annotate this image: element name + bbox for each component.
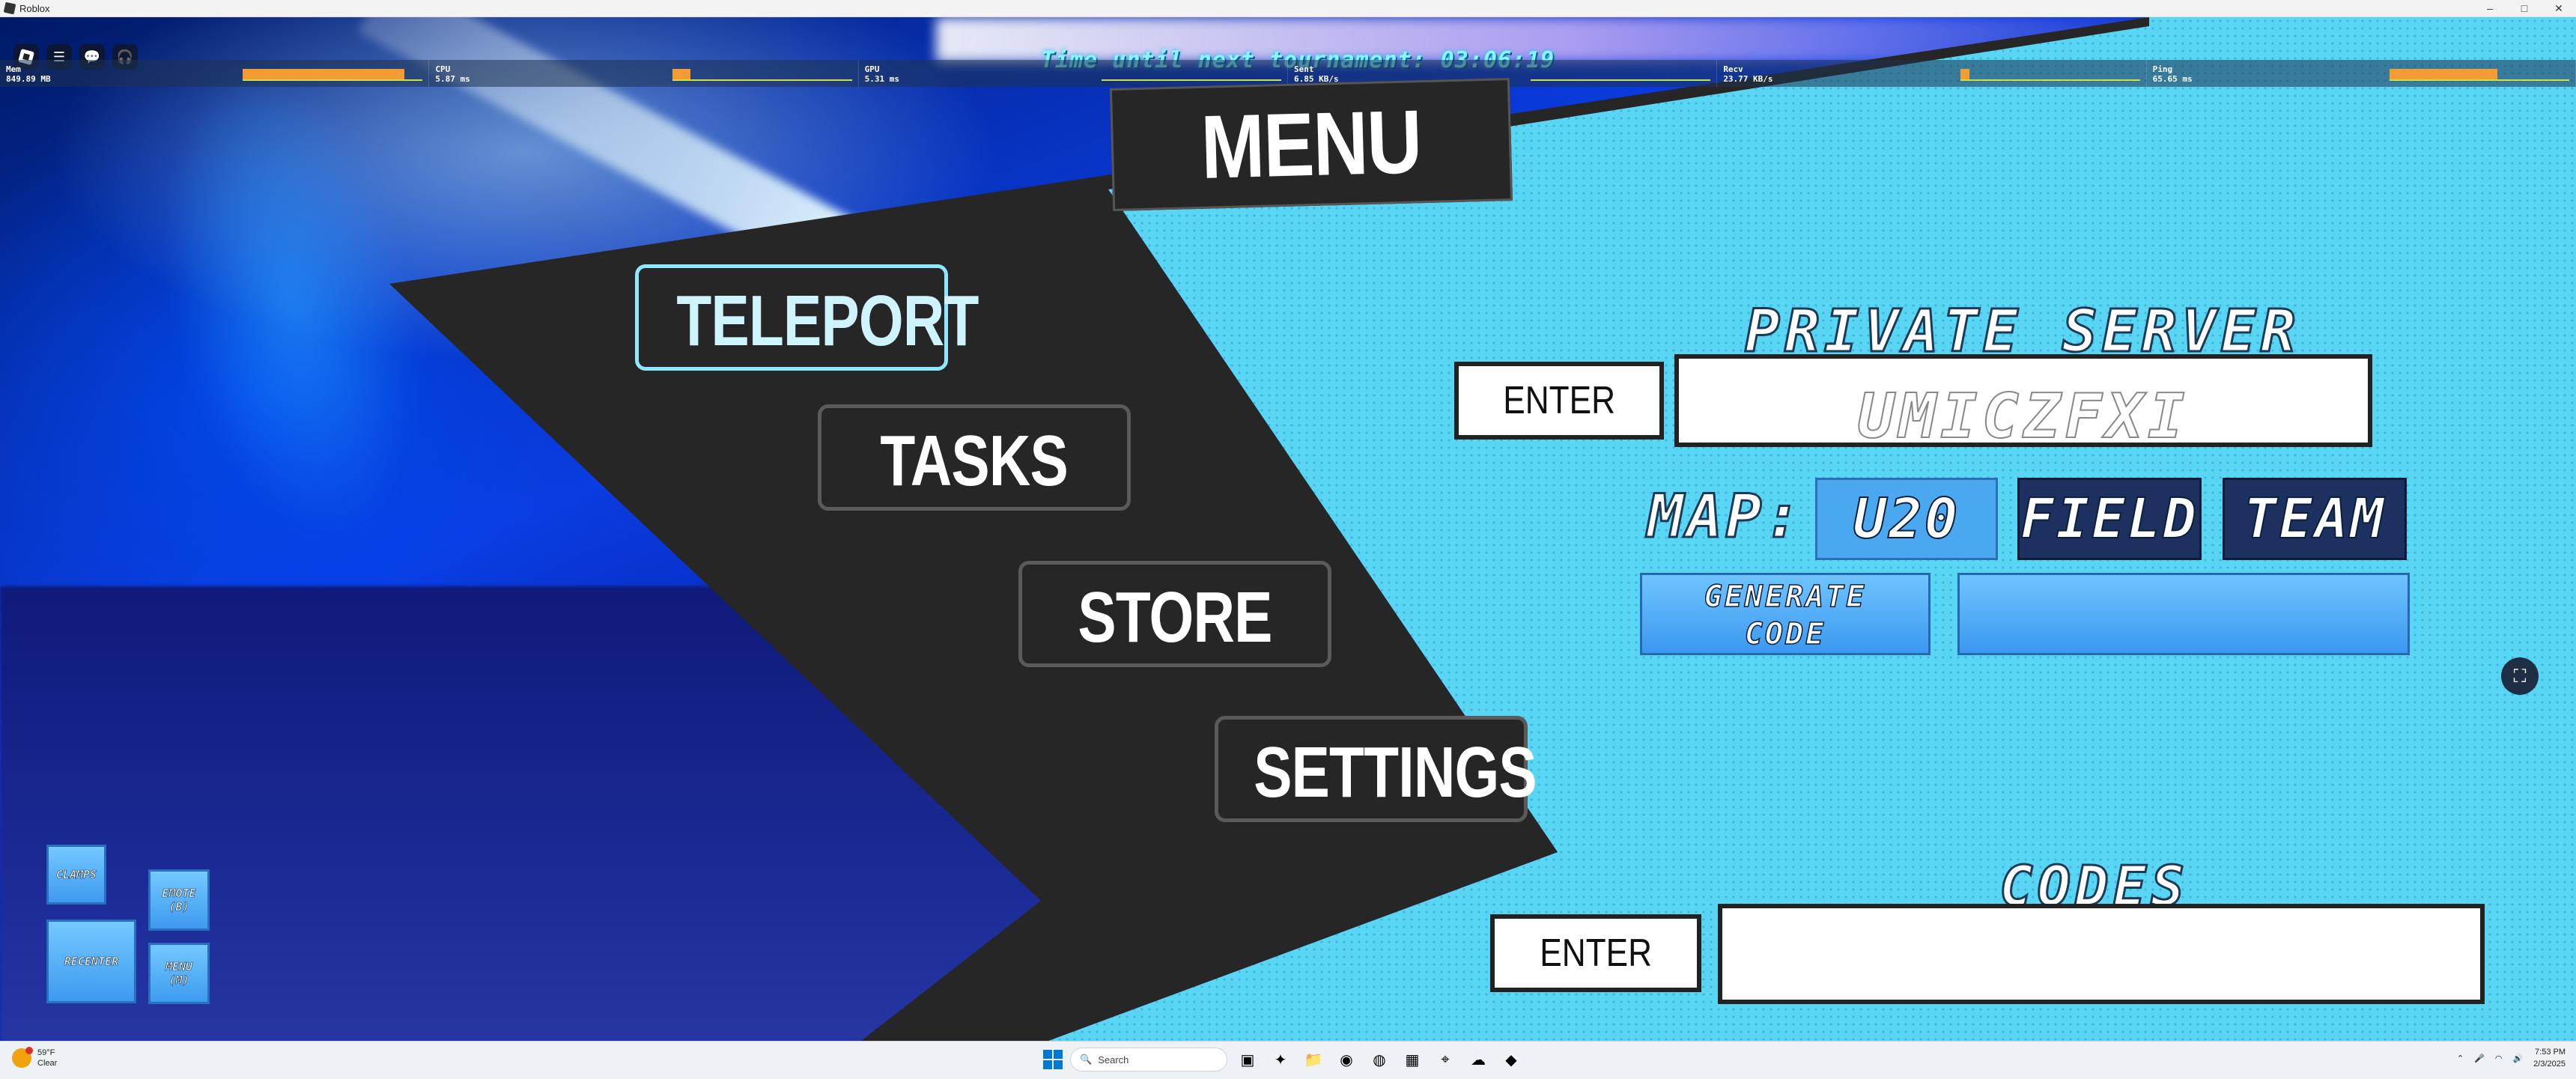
stat-label: Sent <box>1293 64 1314 74</box>
stat-graph <box>1960 69 2140 81</box>
stat-gpu: GPU 5.31 ms <box>859 60 1288 87</box>
app-icon[interactable]: ▦ <box>1400 1047 1425 1072</box>
edge-icon[interactable]: ◉ <box>1334 1047 1359 1072</box>
menu-shortcut-button[interactable]: MENU (M) <box>148 943 210 1004</box>
clock-time: 7:53 PM <box>2535 1048 2566 1057</box>
stat-value: 5.87 ms <box>435 74 470 84</box>
system-tray: ⌃ 🎤 ◠ 🔊 7:53 PM 2/3/2025 <box>2457 1046 2566 1070</box>
discord-icon[interactable]: ◍ <box>1367 1047 1392 1072</box>
clamps-button[interactable]: CLAMPS <box>46 845 106 905</box>
menu-title: MENU <box>1109 78 1513 211</box>
stat-label: Mem <box>6 64 21 74</box>
window-title: Roblox <box>19 2 50 14</box>
generate-code-label-line1: GENERATE <box>1704 579 1867 615</box>
stat-ping: Ping 65.65 ms <box>2147 60 2576 87</box>
stat-mem: Mem 849.89 MB <box>0 60 430 87</box>
window-titlebar: Roblox – □ ✕ <box>0 0 2576 17</box>
weather-temp: 59°F <box>37 1048 55 1057</box>
minimize-button[interactable]: – <box>2473 0 2507 16</box>
map-option-team[interactable]: TEAM <box>2223 478 2407 560</box>
map-option-u20[interactable]: U20 <box>1815 478 1998 560</box>
cloud-icon[interactable]: ☁ <box>1465 1047 1491 1072</box>
recenter-button[interactable]: RECENTER <box>46 920 136 1003</box>
roblox-app-icon <box>3 1 16 15</box>
stat-label: GPU <box>864 64 880 74</box>
stat-value: 5.31 ms <box>864 74 900 84</box>
windows-taskbar: 59°F Clear 🔍 Search ▣ ✦ 📁 ◉ ◍ ▦ ⌖ ☁ ◆ ⌃ … <box>0 1041 2576 1079</box>
tasks-button[interactable]: TASKS <box>818 404 1131 511</box>
mouse-app-icon[interactable]: ⌖ <box>1433 1047 1458 1072</box>
search-icon: 🔍 <box>1080 1054 1093 1065</box>
private-server-enter-button[interactable]: ENTER <box>1454 362 1664 440</box>
stat-value: 23.77 KB/s <box>1723 74 1773 84</box>
clock-date: 2/3/2025 <box>2533 1060 2566 1069</box>
roblox-taskbar-icon[interactable]: ◆ <box>1498 1047 1524 1072</box>
stat-label: CPU <box>435 64 451 74</box>
stat-graph <box>243 69 423 81</box>
taskbar-search[interactable]: 🔍 Search <box>1070 1048 1227 1072</box>
stat-graph <box>672 69 852 81</box>
teleport-button[interactable]: TELEPORT <box>635 264 979 371</box>
stat-recv: Recv 23.77 KB/s <box>1717 60 2147 87</box>
stat-cpu: CPU 5.87 ms <box>429 60 859 87</box>
volume-icon[interactable]: 🔊 <box>2512 1054 2523 1063</box>
emote-key: (B) <box>168 900 189 914</box>
weather-desc: Clear <box>37 1059 58 1068</box>
performance-stats-bar: Mem 849.89 MB CPU 5.87 ms GPU 5.31 ms Sent 6.85… <box>0 60 2576 87</box>
taskbar-center: 🔍 Search ▣ ✦ 📁 ◉ ◍ ▦ ⌖ ☁ ◆ <box>1043 1047 1524 1072</box>
generate-code-button[interactable]: GENERATE CODE <box>1640 573 1931 655</box>
file-explorer-icon[interactable]: 📁 <box>1301 1047 1326 1072</box>
map-label: MAP: <box>1647 481 1804 553</box>
close-button[interactable]: ✕ <box>2542 0 2576 16</box>
generate-code-label-line2: CODE <box>1744 616 1826 652</box>
menu-shortcut-label: MENU <box>165 960 193 974</box>
weather-widget[interactable]: 59°F Clear <box>12 1047 58 1069</box>
generated-code-output <box>1957 573 2410 655</box>
stat-graph <box>1531 69 1711 81</box>
weather-sun-icon <box>12 1047 33 1068</box>
screenshot-icon[interactable]: ⛶ <box>2501 657 2539 695</box>
map-option-field[interactable]: FIELD <box>2017 478 2202 560</box>
private-server-code-placeholder: UMICZFXI <box>1857 380 2190 453</box>
stat-value: 65.65 ms <box>2152 74 2193 84</box>
codes-enter-button[interactable]: ENTER <box>1490 914 1701 992</box>
task-view-icon[interactable]: ▣ <box>1235 1047 1260 1072</box>
stat-value: 849.89 MB <box>6 74 51 84</box>
tray-chevron-icon[interactable]: ⌃ <box>2457 1054 2464 1063</box>
maximize-button[interactable]: □ <box>2507 0 2542 16</box>
start-menu-icon[interactable] <box>1043 1050 1063 1069</box>
stat-graph <box>2389 69 2569 81</box>
search-placeholder: Search <box>1098 1054 1129 1066</box>
menu-shortcut-key: (M) <box>168 973 189 988</box>
clock[interactable]: 7:53 PM 2/3/2025 <box>2533 1046 2566 1070</box>
window-controls: – □ ✕ <box>2473 0 2576 16</box>
game-viewport[interactable]: ☰ 💬 🎧 Time until next tournament: 03:06:… <box>0 17 2576 1041</box>
codes-input[interactable] <box>1718 904 2485 1004</box>
stat-label: Ping <box>2152 64 2173 74</box>
copilot-icon[interactable]: ✦ <box>1268 1047 1293 1072</box>
wifi-icon[interactable]: ◠ <box>2495 1054 2503 1063</box>
store-button[interactable]: STORE <box>1018 561 1331 667</box>
emote-button[interactable]: EMOTE (B) <box>148 869 210 931</box>
stat-graph <box>1101 69 1281 81</box>
stat-label: Recv <box>1723 64 1743 74</box>
settings-button[interactable]: SETTINGS <box>1215 716 1537 822</box>
microphone-icon[interactable]: 🎤 <box>2474 1054 2485 1063</box>
emote-label: EMOTE <box>162 887 196 901</box>
